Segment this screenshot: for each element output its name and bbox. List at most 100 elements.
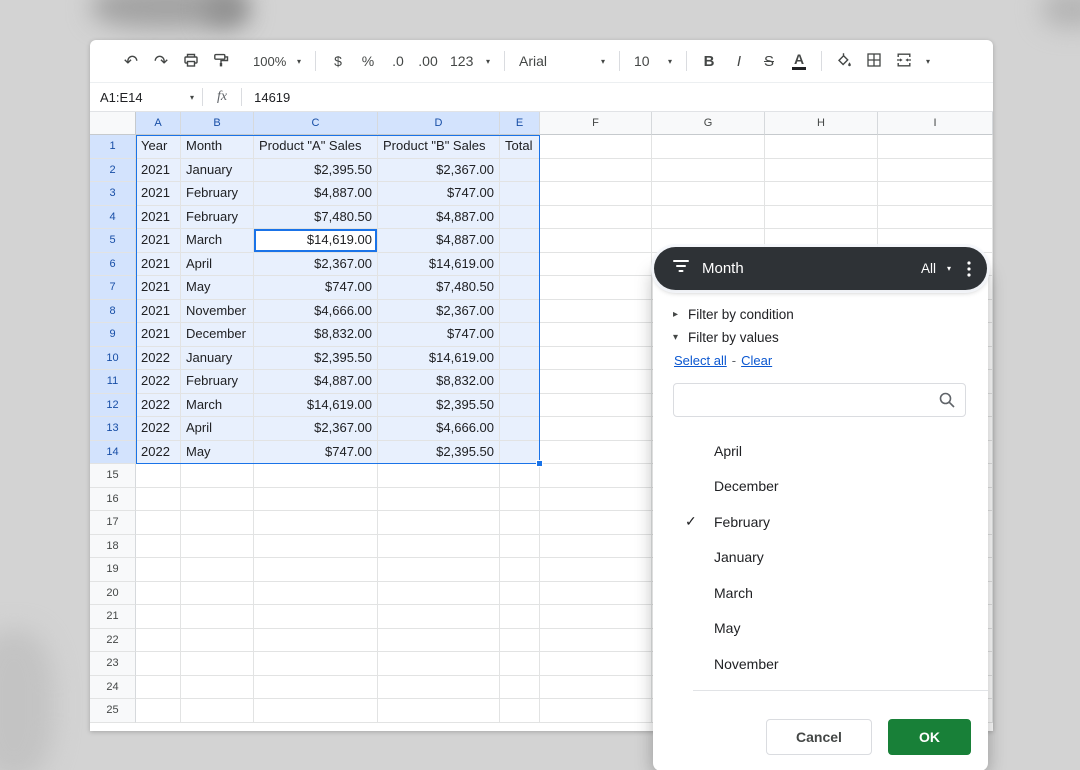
row-header-16[interactable]: 16 (90, 488, 136, 512)
row-header-15[interactable]: 15 (90, 464, 136, 488)
currency-format-button[interactable]: $ (323, 47, 353, 75)
decrease-decimals-button[interactable]: .0 (383, 47, 413, 75)
cell-C14[interactable]: $747.00 (254, 441, 378, 465)
column-header-F[interactable]: F (540, 112, 652, 135)
cell-B4[interactable]: February (181, 206, 254, 230)
cell-C7[interactable]: $747.00 (254, 276, 378, 300)
cell-C15[interactable] (254, 464, 378, 488)
cell-D25[interactable] (378, 699, 500, 723)
filter-value-november[interactable]: November (653, 646, 988, 682)
row-header-21[interactable]: 21 (90, 605, 136, 629)
cell-A20[interactable] (136, 582, 181, 606)
cell-D13[interactable]: $4,666.00 (378, 417, 500, 441)
column-header-B[interactable]: B (181, 112, 254, 135)
cell-E15[interactable] (500, 464, 540, 488)
fill-color-button[interactable] (829, 47, 859, 75)
cell-F8[interactable] (540, 300, 652, 324)
cell-E17[interactable] (500, 511, 540, 535)
cell-A14[interactable]: 2022 (136, 441, 181, 465)
row-header-22[interactable]: 22 (90, 629, 136, 653)
cell-B22[interactable] (181, 629, 254, 653)
cell-H3[interactable] (765, 182, 878, 206)
cell-D19[interactable] (378, 558, 500, 582)
row-header-14[interactable]: 14 (90, 441, 136, 465)
cell-A13[interactable]: 2022 (136, 417, 181, 441)
filter-value-december[interactable]: December (653, 469, 988, 505)
strikethrough-button[interactable]: S (754, 47, 784, 75)
cell-C22[interactable] (254, 629, 378, 653)
cell-D17[interactable] (378, 511, 500, 535)
cell-D23[interactable] (378, 652, 500, 676)
row-header-25[interactable]: 25 (90, 699, 136, 723)
cell-E20[interactable] (500, 582, 540, 606)
cell-I4[interactable] (878, 206, 993, 230)
cell-A4[interactable]: 2021 (136, 206, 181, 230)
cell-C3[interactable]: $4,887.00 (254, 182, 378, 206)
cancel-button[interactable]: Cancel (766, 719, 872, 755)
cell-D21[interactable] (378, 605, 500, 629)
cell-F19[interactable] (540, 558, 652, 582)
cell-D10[interactable]: $14,619.00 (378, 347, 500, 371)
column-header-A[interactable]: A (136, 112, 181, 135)
more-options-button[interactable] (967, 261, 971, 277)
cell-B21[interactable] (181, 605, 254, 629)
column-header-E[interactable]: E (500, 112, 540, 135)
cell-D2[interactable]: $2,367.00 (378, 159, 500, 183)
cell-I1[interactable] (878, 135, 993, 159)
cell-A11[interactable]: 2022 (136, 370, 181, 394)
cell-I2[interactable] (878, 159, 993, 183)
font-size-select[interactable]: 10 ▾ (627, 47, 679, 75)
cell-D1[interactable]: Product "B" Sales (378, 135, 500, 159)
cell-E4[interactable] (500, 206, 540, 230)
cell-A21[interactable] (136, 605, 181, 629)
cell-F15[interactable] (540, 464, 652, 488)
cell-C12[interactable]: $14,619.00 (254, 394, 378, 418)
cell-E2[interactable] (500, 159, 540, 183)
cell-E24[interactable] (500, 676, 540, 700)
filter-value-may[interactable]: May (653, 611, 988, 647)
cell-F11[interactable] (540, 370, 652, 394)
cell-A25[interactable] (136, 699, 181, 723)
column-header-D[interactable]: D (378, 112, 500, 135)
cell-B9[interactable]: December (181, 323, 254, 347)
cell-B19[interactable] (181, 558, 254, 582)
column-header-G[interactable]: G (652, 112, 765, 135)
cell-F18[interactable] (540, 535, 652, 559)
cell-F4[interactable] (540, 206, 652, 230)
cell-E22[interactable] (500, 629, 540, 653)
cell-B15[interactable] (181, 464, 254, 488)
cell-A6[interactable]: 2021 (136, 253, 181, 277)
cell-F22[interactable] (540, 629, 652, 653)
number-format-select[interactable]: 123 ▾ (443, 47, 497, 75)
ok-button[interactable]: OK (888, 719, 971, 755)
cell-F24[interactable] (540, 676, 652, 700)
row-header-5[interactable]: 5 (90, 229, 136, 253)
cell-E11[interactable] (500, 370, 540, 394)
row-header-1[interactable]: 1 (90, 135, 136, 159)
cell-B5[interactable]: March (181, 229, 254, 253)
cell-D7[interactable]: $7,480.50 (378, 276, 500, 300)
cell-A24[interactable] (136, 676, 181, 700)
cell-A7[interactable]: 2021 (136, 276, 181, 300)
cell-D22[interactable] (378, 629, 500, 653)
percent-format-button[interactable]: % (353, 47, 383, 75)
cell-A23[interactable] (136, 652, 181, 676)
cell-A15[interactable] (136, 464, 181, 488)
column-header-I[interactable]: I (878, 112, 993, 135)
bold-button[interactable]: B (694, 47, 724, 75)
cell-C10[interactable]: $2,395.50 (254, 347, 378, 371)
cell-A19[interactable] (136, 558, 181, 582)
cell-E7[interactable] (500, 276, 540, 300)
row-header-7[interactable]: 7 (90, 276, 136, 300)
filter-popup-header[interactable]: Month All ▾ (654, 247, 987, 290)
row-header-12[interactable]: 12 (90, 394, 136, 418)
cell-C11[interactable]: $4,887.00 (254, 370, 378, 394)
cell-F23[interactable] (540, 652, 652, 676)
cell-C19[interactable] (254, 558, 378, 582)
filter-value-january[interactable]: January (653, 540, 988, 576)
cell-D16[interactable] (378, 488, 500, 512)
cell-F13[interactable] (540, 417, 652, 441)
cell-D20[interactable] (378, 582, 500, 606)
text-color-button[interactable]: A (784, 47, 814, 75)
cell-A5[interactable]: 2021 (136, 229, 181, 253)
